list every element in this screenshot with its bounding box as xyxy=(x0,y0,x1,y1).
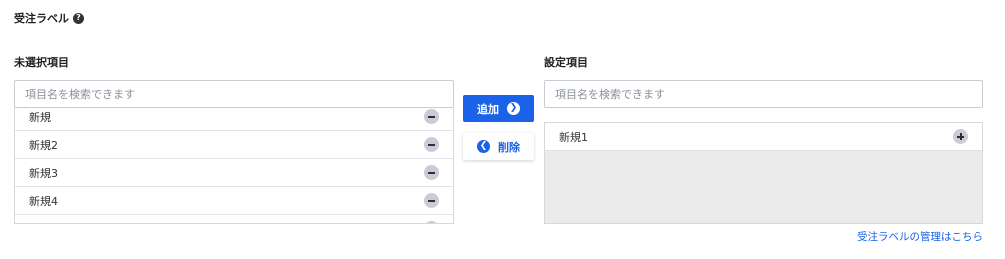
question-circle-icon[interactable]: ? xyxy=(73,12,84,24)
list-item[interactable] xyxy=(15,215,453,223)
chevron-left-circle-icon: ❮ xyxy=(477,140,490,153)
list-item[interactable]: 新規4 xyxy=(15,187,453,215)
list-item[interactable]: 新規3 xyxy=(15,159,453,187)
section-title: 受注ラベル ? xyxy=(14,10,84,26)
unselected-list: 新規 新規2 新規3 新規4 xyxy=(14,108,454,224)
remove-button[interactable]: ❮ 削除 xyxy=(463,133,534,160)
minus-circle-icon[interactable] xyxy=(424,109,439,124)
chevron-right-circle-icon: ❯ xyxy=(507,102,520,115)
list-item-label: 新規3 xyxy=(29,166,58,180)
manage-labels-link[interactable]: 受注ラベルの管理はこちら xyxy=(857,229,983,244)
section-title-text: 受注ラベル xyxy=(14,12,69,25)
unselected-label: 未選択項目 xyxy=(14,56,69,69)
selected-list: 新規1 xyxy=(544,122,983,224)
list-item[interactable]: 新規1 xyxy=(545,123,982,151)
remove-button-label: 削除 xyxy=(498,140,520,154)
add-button[interactable]: 追加 ❯ xyxy=(463,95,534,122)
list-item-label: 新規1 xyxy=(559,130,588,144)
minus-circle-icon[interactable] xyxy=(424,137,439,152)
list-item-label: 新規2 xyxy=(29,138,58,152)
plus-circle-icon[interactable] xyxy=(953,129,968,144)
list-item[interactable]: 新規 xyxy=(15,108,453,131)
add-button-label: 追加 xyxy=(477,102,499,116)
minus-circle-icon[interactable] xyxy=(424,165,439,180)
minus-circle-icon[interactable] xyxy=(424,193,439,208)
unselected-search-input[interactable] xyxy=(14,80,454,108)
selected-search-input[interactable] xyxy=(544,80,983,108)
list-item[interactable]: 新規2 xyxy=(15,131,453,159)
selected-label: 設定項目 xyxy=(544,56,588,69)
minus-circle-icon[interactable] xyxy=(424,221,439,223)
list-item-label: 新規 xyxy=(29,110,51,124)
list-item-label: 新規4 xyxy=(29,194,58,208)
